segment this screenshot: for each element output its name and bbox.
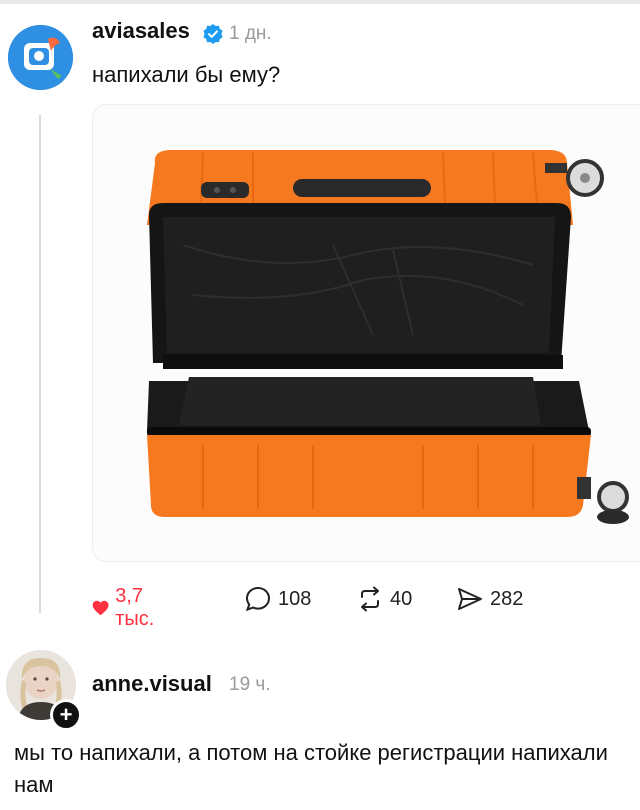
repost-button[interactable]: 40 <box>356 585 412 613</box>
follow-plus-button[interactable]: + <box>50 699 82 731</box>
reply-text: мы то напихали, а потом на стойке регист… <box>14 740 608 797</box>
comment-count: 108 <box>278 587 312 610</box>
comment-button[interactable]: 108 <box>244 585 311 613</box>
avatar[interactable] <box>8 25 73 90</box>
repost-icon <box>361 586 379 612</box>
reply-time: 19 ч. <box>229 674 271 695</box>
thread-line <box>39 115 41 613</box>
post-text: напихали бы ему? <box>92 62 281 87</box>
comment-icon <box>245 586 271 612</box>
verified-icon <box>203 24 223 44</box>
repost-count: 40 <box>390 587 413 610</box>
post-username[interactable]: aviasales <box>92 18 190 44</box>
like-count: 3,7 тыс. <box>115 585 155 630</box>
share-count: 282 <box>490 587 524 610</box>
heart-icon <box>92 600 109 616</box>
plus-icon: + <box>59 702 73 727</box>
share-button[interactable]: 282 <box>456 585 523 613</box>
reply-username[interactable]: anne.visual <box>92 671 212 697</box>
like-button[interactable]: 3,7 тыс. <box>92 585 163 631</box>
post-image[interactable] <box>92 104 640 562</box>
share-icon <box>458 588 482 610</box>
post-time: 1 дн. <box>229 23 272 44</box>
top-divider <box>0 0 640 4</box>
suitcase-illustration <box>147 150 629 524</box>
